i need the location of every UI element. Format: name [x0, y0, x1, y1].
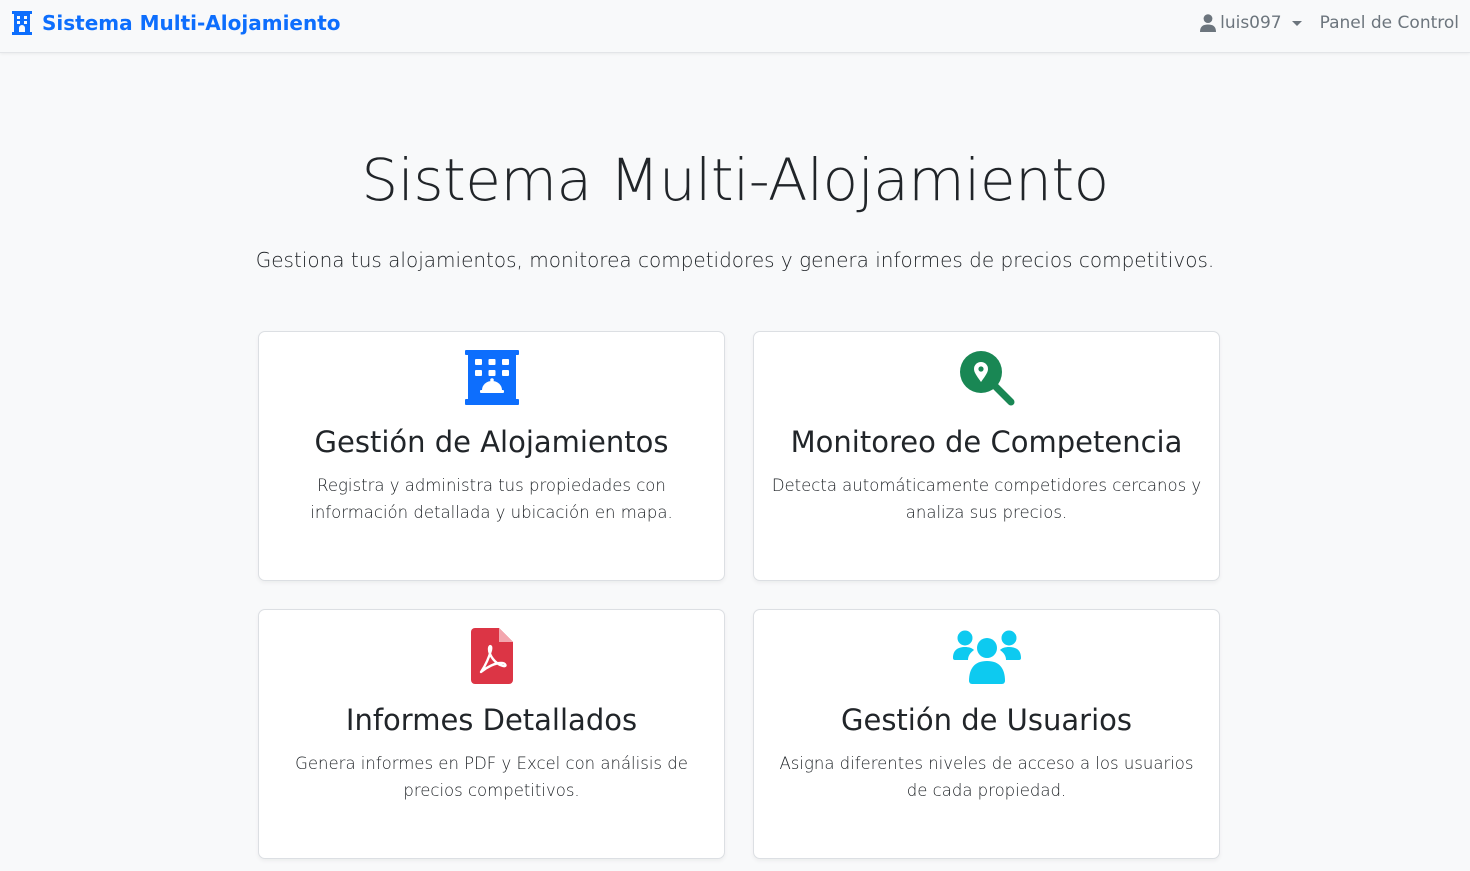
feature-title: Gestión de Alojamientos: [314, 425, 669, 459]
feature-text: Genera informes en PDF y Excel con análi…: [295, 754, 688, 800]
search-location-icon: [959, 351, 1014, 406]
page-title: Sistema Multi-Alojamiento: [361, 146, 1109, 214]
feature-card-competencia: Monitoreo de Competencia Detecta automát…: [753, 331, 1220, 581]
brand-link[interactable]: Sistema Multi-Alojamiento: [11, 10, 341, 36]
page-subtitle: Gestiona tus alojamientos, monitorea com…: [255, 248, 1215, 272]
chevron-down-icon: [1291, 20, 1302, 26]
feature-text: Registra y administra tus propiedades co…: [310, 476, 673, 522]
panel-control-link[interactable]: Panel de Control: [1320, 13, 1459, 33]
user-icon: [1200, 14, 1217, 32]
feature-card-alojamientos: Gestión de Alojamientos Registra y admin…: [258, 331, 725, 581]
navbar: Sistema Multi-Alojamiento luis097 Panel …: [0, 0, 1470, 53]
feature-title: Gestión de Usuarios: [841, 703, 1132, 737]
brand-text: Sistema Multi-Alojamiento: [42, 11, 341, 35]
feature-title: Monitoreo de Competencia: [790, 425, 1183, 459]
username: luis097: [1220, 13, 1282, 33]
file-pdf-icon: [470, 628, 513, 684]
building-icon: [12, 11, 32, 35]
user-dropdown-toggle[interactable]: luis097: [1200, 13, 1302, 33]
hotel-icon: [464, 350, 519, 405]
feature-text: Detecta automáticamente competidores cer…: [771, 476, 1202, 522]
feature-text: Asigna diferentes niveles de acceso a lo…: [779, 754, 1194, 800]
feature-card-usuarios: Gestión de Usuarios Asigna diferentes ni…: [753, 609, 1220, 859]
feature-card-informes: Informes Detallados Genera informes en P…: [258, 609, 725, 859]
users-icon: [952, 630, 1021, 684]
feature-title: Informes Detallados: [345, 703, 638, 737]
nav-right: luis097 Panel de Control: [1200, 10, 1459, 36]
